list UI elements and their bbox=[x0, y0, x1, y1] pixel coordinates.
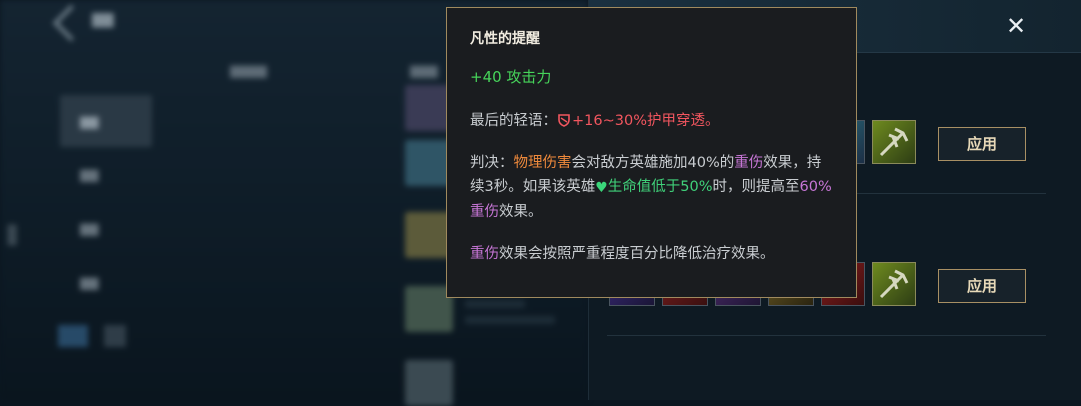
passive-sentence: 判决：物理伤害会对敌方英雄施加40%的重伤效果，持续3秒。如果该英雄♥生命值低于… bbox=[470, 151, 834, 224]
row-divider bbox=[607, 335, 1046, 336]
blurred-sidebar-item: ▇▇ bbox=[80, 222, 99, 236]
back-arrow-icon bbox=[52, 4, 90, 42]
trident-icon bbox=[879, 269, 909, 299]
blurred-tab: ▇▇▇ bbox=[410, 64, 438, 78]
apply-button[interactable]: 应用 bbox=[938, 127, 1026, 161]
armor-pen-icon bbox=[558, 114, 570, 127]
keyword-sixty-percent: 60% bbox=[799, 179, 832, 195]
blurred-back-label: ▇▇ bbox=[92, 12, 114, 28]
armor-pen-value: +16~30%护甲穿透。 bbox=[572, 113, 720, 129]
keyword-grievous-wounds: 重伤 bbox=[470, 204, 499, 220]
keyword-health: 生命值低于50% bbox=[607, 179, 713, 195]
blurred-sidebar-selected bbox=[60, 95, 152, 147]
sentence-label: 判决： bbox=[470, 155, 514, 171]
apply-button[interactable]: 应用 bbox=[938, 269, 1026, 303]
blurred-sidebar-item: ▇▇ bbox=[80, 168, 99, 182]
blurred-sidebar-item: ▇▇ bbox=[80, 276, 99, 290]
blurred-portrait bbox=[405, 360, 453, 406]
keyword-grievous-wounds: 重伤 bbox=[734, 155, 764, 171]
sentence-text: 时，则提高至 bbox=[712, 179, 800, 195]
blurred-toggle bbox=[104, 325, 126, 347]
sentence-text: 效果。 bbox=[499, 204, 543, 220]
passive-last-whisper: 最后的轻语： +16~30%护甲穿透。 bbox=[470, 109, 834, 133]
heart-icon: ♥ bbox=[595, 180, 608, 196]
blurred-sidebar-item: ▇▇ bbox=[80, 115, 99, 129]
keyword-physical-damage: 物理伤害 bbox=[513, 155, 572, 171]
blurred-tab: ▇▇▇▇ bbox=[230, 64, 267, 78]
blurred-vertical-text: ▇▇▇ bbox=[7, 224, 18, 246]
blurred-row-text bbox=[465, 316, 555, 324]
item-slot-mortal-reminder[interactable] bbox=[872, 120, 916, 164]
blurred-toggle bbox=[58, 325, 88, 347]
tooltip-title: 凡性的提醒 bbox=[470, 31, 540, 47]
keyword-grievous-wounds: 重伤 bbox=[470, 246, 499, 262]
trident-icon bbox=[879, 127, 909, 157]
close-icon[interactable]: ✕ bbox=[1004, 14, 1028, 38]
sentence-text: 会对敌方英雄施加40%的 bbox=[571, 155, 735, 171]
item-slot-mortal-reminder[interactable] bbox=[872, 262, 916, 306]
item-tooltip: 凡性的提醒 +40 攻击力 最后的轻语： +16~30%护甲穿透。 判决：物理伤害… bbox=[446, 7, 857, 298]
blurred-row-text bbox=[465, 300, 525, 308]
note-text: 效果会按照严重程度百分比降低治疗效果。 bbox=[499, 246, 775, 262]
tooltip-stat: +40 攻击力 bbox=[470, 68, 552, 86]
passive-label: 最后的轻语： bbox=[470, 113, 557, 129]
grievous-note: 重伤效果会按照严重程度百分比降低治疗效果。 bbox=[470, 242, 834, 266]
